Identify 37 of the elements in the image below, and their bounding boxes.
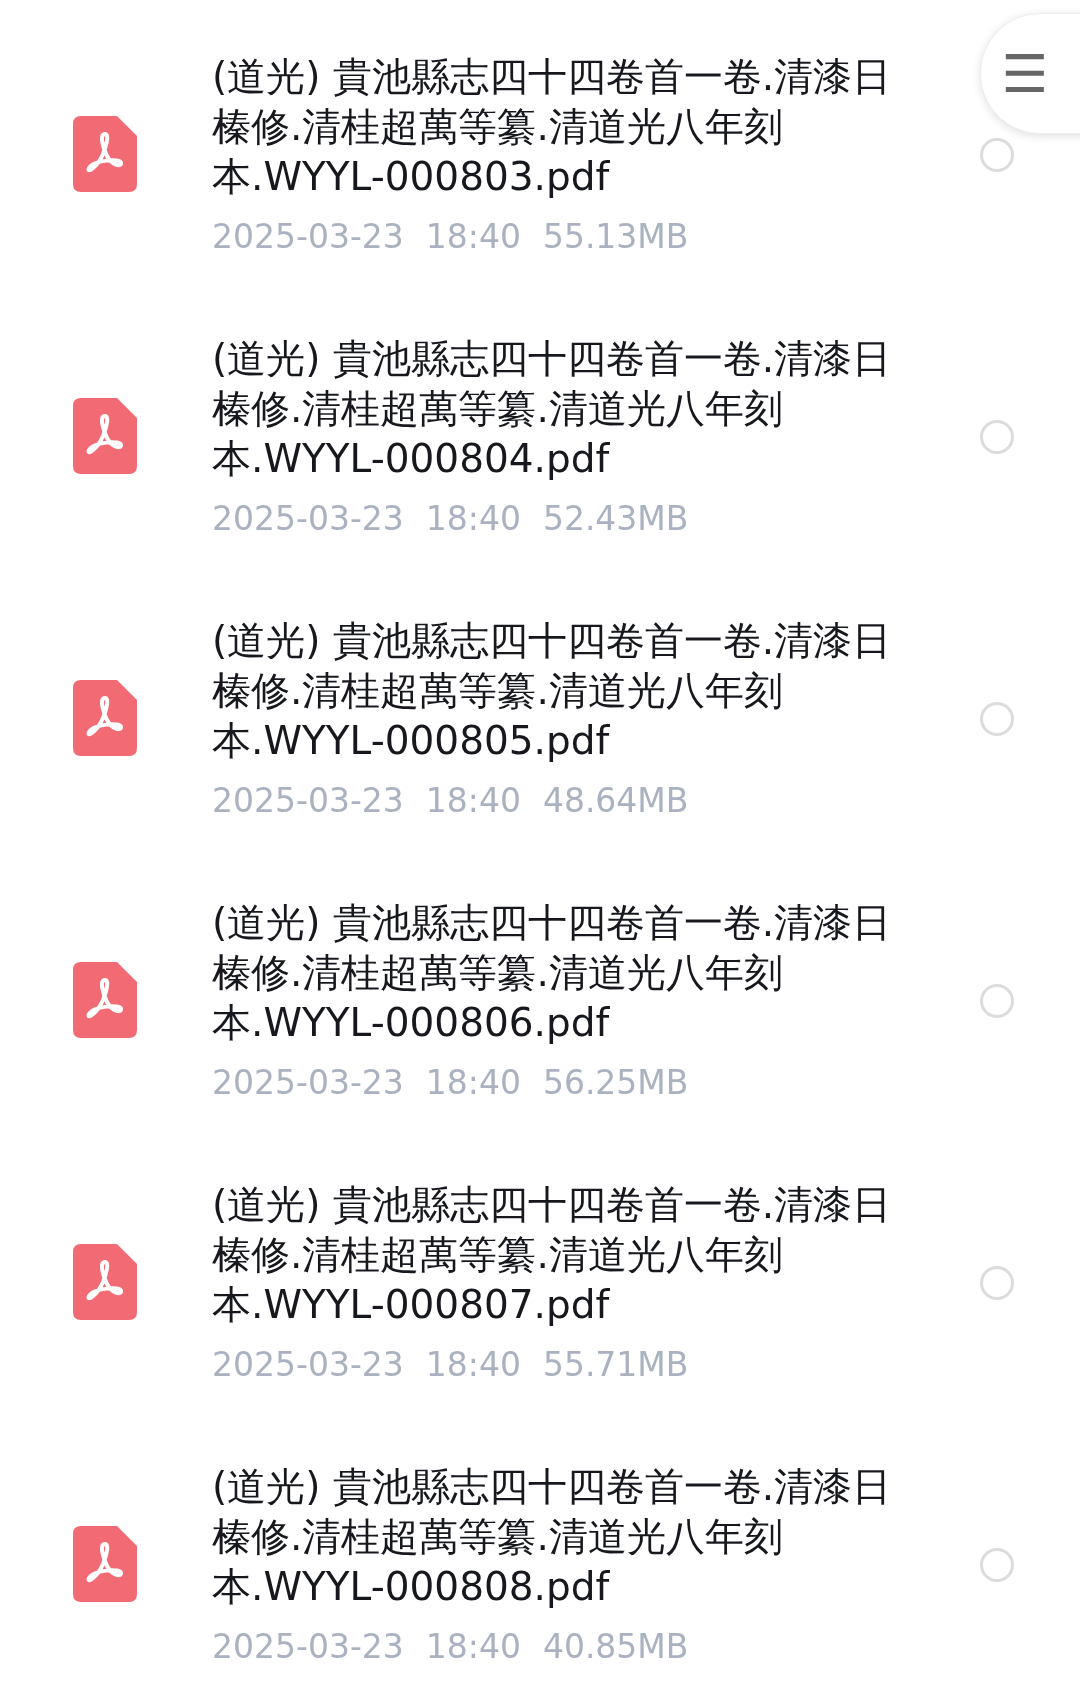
file-name[interactable]: (道光) 貴池縣志四十四卷首一卷.清漆日榛修.清桂超萬等纂.清道光八年刻本.WYYL-000805.pdf (212, 616, 912, 766)
file-size: 55.71MB (542, 1344, 689, 1386)
file-name[interactable]: (道光) 貴池縣志四十四卷首一卷.清漆日榛修.清桂超萬等纂.清道光八年刻本.WYYL-000808.pdf (212, 1462, 912, 1612)
file-date: 2025-03-23 (212, 1626, 404, 1668)
file-size: 40.85MB (542, 1626, 689, 1668)
file-time: 18:40 (425, 216, 521, 258)
select-radio[interactable] (980, 1548, 1014, 1582)
file-date: 2025-03-23 (212, 780, 404, 822)
file-date: 2025-03-23 (212, 216, 404, 258)
file-name[interactable]: (道光) 貴池縣志四十四卷首一卷.清漆日榛修.清桂超萬等纂.清道光八年刻本.WYYL-000806.pdf (212, 898, 912, 1048)
file-size: 52.43MB (542, 498, 689, 540)
file-time: 18:40 (425, 1626, 521, 1668)
file-time: 18:40 (425, 498, 521, 540)
file-name[interactable]: (道光) 貴池縣志四十四卷首一卷.清漆日榛修.清桂超萬等纂.清道光八年刻本.WYYL-000807.pdf (212, 1180, 912, 1330)
file-time: 18:40 (425, 780, 521, 822)
select-radio[interactable] (980, 420, 1014, 454)
pdf-file-icon (73, 680, 137, 756)
file-time: 18:40 (425, 1344, 521, 1386)
select-radio[interactable] (980, 984, 1014, 1018)
file-time: 18:40 (425, 1062, 521, 1104)
pdf-file-icon (73, 398, 137, 474)
file-size: 55.13MB (542, 216, 689, 258)
file-name[interactable]: (道光) 貴池縣志四十四卷首一卷.清漆日榛修.清桂超萬等纂.清道光八年刻本.WYYL-000803.pdf (212, 52, 912, 202)
pdf-file-icon (73, 116, 137, 192)
file-size: 48.64MB (542, 780, 689, 822)
pdf-file-icon (73, 962, 137, 1038)
select-radio[interactable] (980, 1266, 1014, 1300)
menu-button[interactable]: ☰ (980, 13, 1080, 134)
select-radio[interactable] (980, 138, 1014, 172)
pdf-file-icon (73, 1526, 137, 1602)
file-date: 2025-03-23 (212, 1344, 404, 1386)
file-size: 56.25MB (542, 1062, 689, 1104)
pdf-file-icon (73, 1244, 137, 1320)
select-radio[interactable] (980, 702, 1014, 736)
file-date: 2025-03-23 (212, 498, 404, 540)
file-name[interactable]: (道光) 貴池縣志四十四卷首一卷.清漆日榛修.清桂超萬等纂.清道光八年刻本.WYYL-000804.pdf (212, 334, 912, 484)
file-date: 2025-03-23 (212, 1062, 404, 1104)
